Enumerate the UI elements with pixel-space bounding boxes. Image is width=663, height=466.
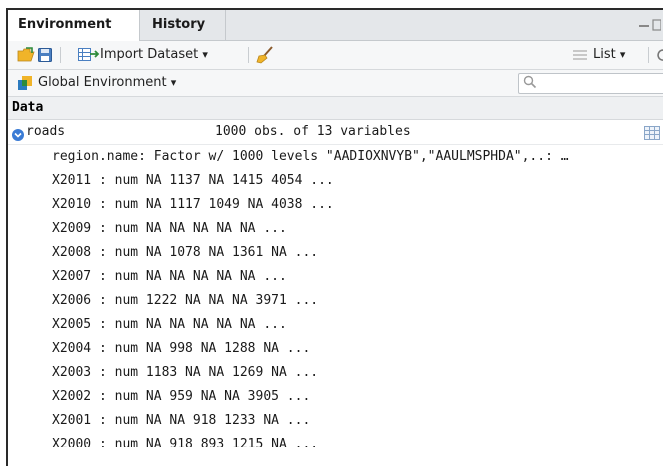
toolbar: Import Dataset ▾ List ▾: [8, 41, 663, 70]
field-row: X2002 : num NA 959 NA NA 3905 ...: [52, 389, 311, 404]
environment-scope-label: Global Environment: [38, 75, 167, 90]
view-data-grid-icon[interactable]: [644, 125, 660, 140]
minimize-icon[interactable]: [639, 19, 662, 35]
open-folder-icon[interactable]: [17, 41, 35, 69]
environment-pane: Environment History Import Dataset ▾ Lis…: [6, 8, 663, 466]
list-view-icon: [573, 41, 589, 69]
environment-bar: Global Environment ▾: [8, 70, 663, 97]
broom-icon[interactable]: [256, 41, 276, 69]
tab-environment[interactable]: Environment: [8, 10, 140, 41]
object-name[interactable]: roads: [26, 120, 65, 144]
field-row: X2009 : num NA NA NA NA NA ...: [52, 221, 287, 236]
search-input[interactable]: [518, 73, 663, 94]
tab-bar: Environment History: [8, 10, 663, 41]
view-mode-dropdown[interactable]: List ▾: [593, 41, 625, 69]
chevron-down-icon: ▾: [170, 76, 177, 89]
field-row: X2004 : num NA 998 NA 1288 NA ...: [52, 341, 311, 356]
toolbar-divider: [648, 47, 649, 63]
field-row: X2003 : num 1183 NA NA 1269 NA ...: [52, 365, 319, 380]
field-row: X2007 : num NA NA NA NA NA ...: [52, 269, 287, 284]
object-description: 1000 obs. of 13 variables: [215, 124, 411, 139]
import-dataset-label: Import Dataset: [100, 47, 199, 62]
environment-scope-dropdown[interactable]: Global Environment ▾: [38, 70, 176, 96]
data-section-header: Data: [8, 97, 663, 120]
refresh-icon[interactable]: [656, 41, 663, 69]
toolbar-divider: [248, 47, 249, 63]
field-row: X2011 : num NA 1137 NA 1415 4054 ...: [52, 173, 334, 188]
view-mode-label: List: [593, 47, 616, 62]
import-dataset-icon[interactable]: [78, 41, 100, 69]
field-row: X2005 : num NA NA NA NA NA ...: [52, 317, 287, 332]
chevron-down-icon: ▾: [619, 48, 626, 61]
chevron-down-icon: ▾: [202, 48, 208, 61]
field-row: X2006 : num 1222 NA NA NA 3971 ...: [52, 293, 319, 308]
expand-icon[interactable]: [12, 126, 24, 141]
field-row: X2001 : num NA NA 918 1233 NA ...: [52, 413, 311, 428]
field-row: X2000 : num NA 918 893 1215 NA ...: [52, 437, 319, 447]
object-row-roads[interactable]: roads 1000 obs. of 13 variables: [8, 120, 663, 145]
tab-history[interactable]: History: [142, 10, 226, 40]
save-icon[interactable]: [38, 41, 52, 69]
search-icon: [523, 75, 537, 89]
environment-icon: [17, 75, 33, 91]
toolbar-divider: [60, 47, 61, 63]
field-row: X2010 : num NA 1117 1049 NA 4038 ...: [52, 197, 334, 212]
field-row: region.name: Factor w/ 1000 levels "AADI…: [52, 149, 569, 164]
import-dataset-button[interactable]: Import Dataset ▾: [100, 41, 208, 69]
field-row: X2008 : num NA 1078 NA 1361 NA ...: [52, 245, 319, 260]
